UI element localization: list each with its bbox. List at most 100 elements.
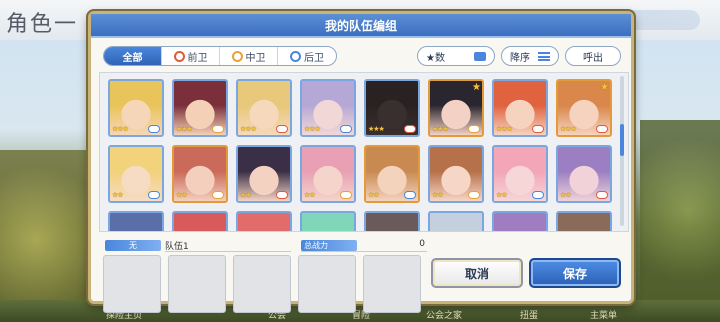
bottom-menu-item: 主菜单: [590, 311, 618, 321]
star-rating: ★★: [112, 191, 124, 199]
mid-role-icon: [468, 125, 480, 133]
sort-order-icon: [538, 51, 550, 61]
role-filter-tabs: 全部 前卫 中卫 后卫: [103, 46, 337, 66]
character-card[interactable]: [364, 211, 420, 231]
character-portrait: [558, 213, 610, 231]
mid-role-icon: [340, 191, 352, 199]
team-slot[interactable]: [298, 255, 356, 313]
mid-role-icon: [468, 191, 480, 199]
character-portrait: [302, 213, 354, 231]
character-card[interactable]: [300, 211, 356, 231]
star-rating: ★★★: [176, 125, 193, 133]
favorite-star-icon: ★: [472, 82, 481, 93]
character-portrait: [238, 213, 290, 231]
tab-label: 后卫: [304, 52, 324, 64]
character-portrait: [110, 213, 162, 231]
character-card[interactable]: [428, 211, 484, 231]
sort-key-label: ★数: [426, 52, 445, 64]
character-card[interactable]: ★★: [172, 145, 228, 203]
team-slot[interactable]: [233, 255, 291, 313]
tab-front[interactable]: 前卫: [162, 47, 220, 65]
character-card[interactable]: ★★★ ★: [556, 79, 612, 137]
front-role-icon: [404, 125, 416, 133]
star-rating: ★★: [176, 191, 188, 199]
dialog-title: 我的队伍编组: [91, 14, 631, 38]
character-card[interactable]: ★★: [364, 145, 420, 203]
tab-label: 前卫: [187, 52, 208, 64]
star-rating: ★★: [368, 191, 380, 199]
tab-mid[interactable]: 中卫: [220, 47, 278, 65]
sort-key-button[interactable]: ★数: [417, 46, 495, 66]
mid-role-icon: [212, 125, 224, 133]
save-button[interactable]: 保存: [529, 258, 621, 288]
character-card[interactable]: ★★★: [236, 79, 292, 137]
star-rating: ★★★: [496, 125, 513, 133]
back-role-icon: [148, 125, 160, 133]
character-card[interactable]: ★★★: [492, 79, 548, 137]
star-rating: ★★★: [368, 125, 385, 133]
star-rating: ★★: [432, 191, 444, 199]
background-page-title: 角色一: [6, 12, 79, 37]
front-role-icon: [596, 125, 608, 133]
team-slot[interactable]: [168, 255, 226, 313]
star-rating: ★★★: [432, 125, 449, 133]
character-card[interactable]: ★★: [428, 145, 484, 203]
character-card[interactable]: ★★★: [172, 79, 228, 137]
character-card[interactable]: [556, 211, 612, 231]
star-rating: ★★★: [304, 125, 321, 133]
character-grid: ★★★ ★★★ ★★★ ★★★ ★★★ ★★★ ★ ★★★ ★★★ ★ ★★ ★★ ★★ ★★ ★★ ★★ ★★…: [99, 72, 629, 232]
character-card[interactable]: ★★: [300, 145, 356, 203]
favorite-star-icon: ★: [600, 82, 609, 93]
filter-row: 全部 前卫 中卫 后卫 ★数 降序 呼出: [99, 46, 629, 66]
character-card[interactable]: ★★: [236, 145, 292, 203]
mid-role-icon: [212, 191, 224, 199]
background-scenery-right: [640, 120, 720, 300]
character-portrait: [430, 213, 482, 231]
sort-order-label: 降序: [510, 52, 530, 64]
tab-all[interactable]: 全部: [104, 47, 162, 65]
character-card[interactable]: [172, 211, 228, 231]
front-role-icon: [596, 191, 608, 199]
character-card[interactable]: [236, 211, 292, 231]
back-role-icon: [340, 125, 352, 133]
character-portrait: [494, 213, 546, 231]
back-role-icon: [532, 191, 544, 199]
star-rating: ★★: [496, 191, 508, 199]
character-card[interactable]: ★★: [492, 145, 548, 203]
front-role-icon: [276, 191, 288, 199]
character-portrait: [366, 213, 418, 231]
character-card[interactable]: ★★★ ★: [428, 79, 484, 137]
total-power-value: 0: [419, 239, 425, 249]
cancel-button[interactable]: 取消: [431, 258, 523, 288]
character-card[interactable]: ★★: [556, 145, 612, 203]
team-slot[interactable]: [103, 255, 161, 313]
background-scenery-left: [0, 150, 90, 300]
sort-order-button[interactable]: 降序: [501, 46, 559, 66]
tab-label: 全部: [122, 52, 143, 64]
star-rating: ★★: [240, 191, 252, 199]
star-rating: ★★★: [240, 125, 257, 133]
back-role-icon: [148, 191, 160, 199]
front-role-icon: [276, 125, 288, 133]
bottom-menu-item: 扭蛋: [520, 311, 539, 321]
team-slot[interactable]: [363, 255, 421, 313]
character-card[interactable]: ★★: [108, 145, 164, 203]
team-name-divider: [165, 251, 291, 252]
grid-scroll-thumb[interactable]: [620, 124, 624, 156]
character-card[interactable]: [108, 211, 164, 231]
character-card[interactable]: [492, 211, 548, 231]
character-portrait: [174, 213, 226, 231]
star-rating: ★★: [560, 191, 572, 199]
character-card[interactable]: ★★★: [300, 79, 356, 137]
front-role-icon: [173, 50, 185, 62]
character-card[interactable]: ★★★: [364, 79, 420, 137]
call-out-label: 呼出: [583, 52, 603, 64]
bottom-menu-item: 公会之家: [426, 311, 463, 321]
team-label-badge: 无: [105, 240, 161, 251]
tab-label: 中卫: [245, 52, 266, 64]
front-role-icon: [532, 125, 544, 133]
back-role-icon: [404, 191, 416, 199]
tab-back[interactable]: 后卫: [278, 47, 336, 65]
character-card[interactable]: ★★★: [108, 79, 164, 137]
call-out-button[interactable]: 呼出: [565, 46, 621, 66]
